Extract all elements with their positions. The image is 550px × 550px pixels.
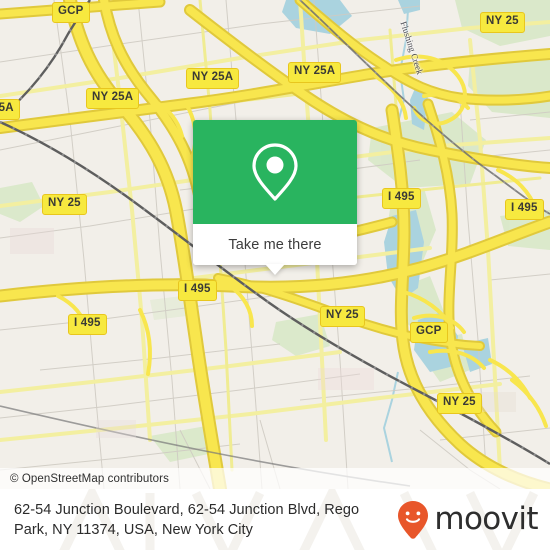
road-shield: I 495: [68, 314, 107, 335]
map-attribution: © OpenStreetMap contributors: [0, 468, 550, 489]
road-shield: I 495: [178, 280, 217, 301]
road-shield: I 495: [382, 188, 421, 209]
location-pin-icon: [252, 143, 298, 201]
road-shield: NY 25: [42, 194, 87, 215]
card-pointer-tail: [265, 264, 285, 275]
footer-bar: 62-54 Junction Boulevard, 62-54 Junction…: [0, 489, 550, 550]
road-shield: GCP: [410, 322, 448, 343]
road-shield: NY 25: [320, 306, 365, 327]
card-pin-area: [193, 120, 357, 224]
road-shield: NY 25: [480, 12, 525, 33]
destination-popup-card[interactable]: Take me there: [193, 120, 357, 275]
attribution-text: © OpenStreetMap contributors: [10, 472, 169, 485]
take-me-there-label: Take me there: [228, 236, 322, 253]
road-shield: NY 25A: [288, 62, 342, 83]
road-shield: GCP: [52, 2, 90, 23]
moovit-logo[interactable]: moovit: [396, 500, 539, 540]
road-shield: I 495: [505, 199, 544, 220]
moovit-smiley-pin-icon: [398, 500, 429, 539]
road-shield: 25A: [0, 99, 20, 120]
address-text: 62-54 Junction Boulevard, 62-54 Junction…: [14, 501, 360, 538]
road-shield: NY 25A: [86, 88, 140, 109]
road-shield: NY 25A: [186, 68, 240, 89]
moovit-map-share-card: GCP NY 25A NY 25A NY 25 NY 25A 25A NY 25 I 495 I…: [0, 0, 550, 550]
card-cta-area[interactable]: Take me there: [193, 224, 357, 275]
road-shield: NY 25: [437, 393, 482, 414]
moovit-wordmark: moovit: [434, 501, 538, 537]
